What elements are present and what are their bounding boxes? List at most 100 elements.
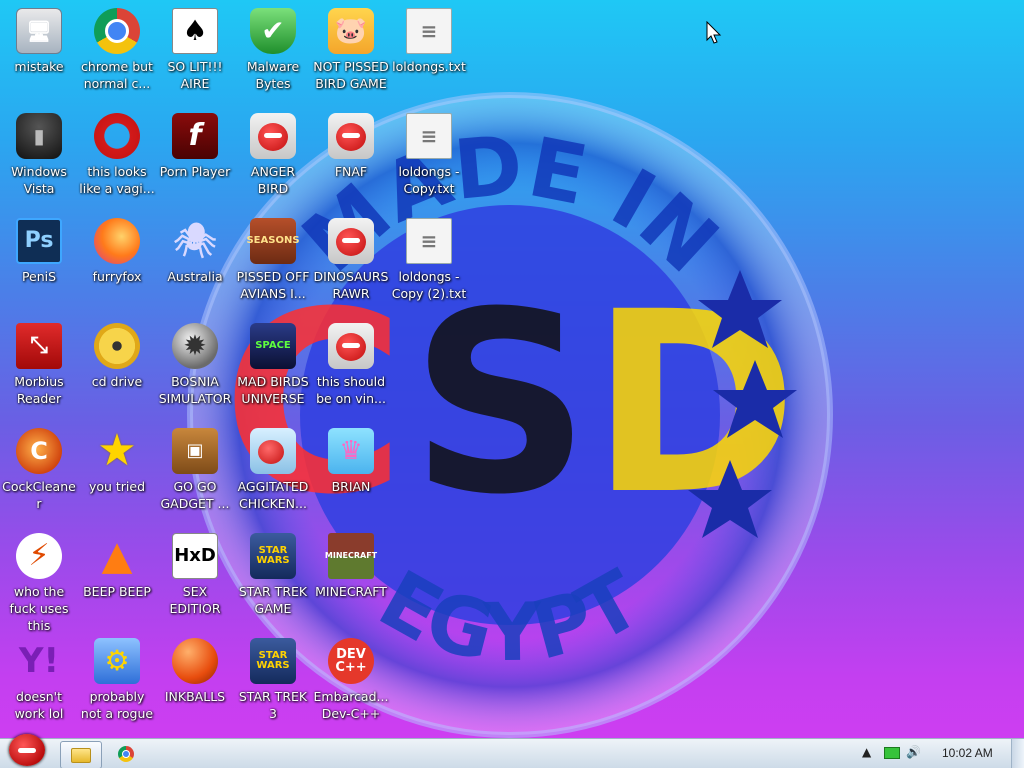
desktop-icon-label: MINECRAFT [315, 584, 387, 599]
desktop-icon[interactable]: 🐷 NOT PISSED BIRD GAME [312, 2, 390, 102]
desktop-icon-label: Porn Player [159, 164, 231, 179]
desktop-icon[interactable]: Ps PeniS [0, 212, 78, 312]
angry-bird-icon [328, 218, 374, 264]
desktop-icon-label: STAR TREK 3 [238, 689, 308, 721]
desktop-icon[interactable]: f Porn Player [156, 107, 234, 207]
desktop-icon-label: NOT PISSED BIRD GAME [313, 59, 389, 91]
desktop-icon[interactable]: DEV C++ Embarcad... Dev-C++ [312, 632, 390, 732]
taskbar-chrome-button[interactable] [106, 741, 146, 767]
desktop-icon-label: Windows Vista [11, 164, 67, 196]
angry-bird-chicken-icon [250, 428, 296, 474]
desktop-icon[interactable]: ≡ loldongs - Copy.txt [390, 107, 468, 207]
taskbar-clock[interactable]: 10:02 AM [942, 746, 993, 760]
desktop-icon[interactable]: MINECRAFT MINECRAFT [312, 527, 390, 627]
desktop-icon[interactable]: ANGER BIRD [234, 107, 312, 207]
show-hidden-icons-button[interactable]: ▲ [862, 745, 871, 759]
desktop-icon-label: chrome but normal c... [81, 59, 153, 91]
desktop-icon[interactable]: DINOSAURS RAWR [312, 212, 390, 312]
desktop-icon[interactable]: ⚙ probably not a rogue [78, 632, 156, 732]
desktop-icon[interactable]: this should be on vin... [312, 317, 390, 417]
desktop-icon[interactable]: STAR WARS STAR TREK GAME [234, 527, 312, 627]
desktop-icon[interactable]: ♛ BRIAN [312, 422, 390, 522]
star-wars-icon: STAR WARS [250, 533, 296, 579]
minesweeper-icon: ✹ [172, 323, 218, 369]
desktop-icon-label: loldongs.txt [392, 59, 466, 74]
desktop-icon[interactable]: chrome but normal c... [78, 2, 156, 102]
desktop-icon[interactable]: ▲ BEEP BEEP [78, 527, 156, 627]
desktop-icon[interactable]: cd drive [78, 317, 156, 417]
desktop-icon-label: this should be on vin... [316, 374, 386, 406]
desktop-icon-label: SEX EDITIOR [169, 584, 221, 616]
desktop-icon-label: BOSNIA SIMULATOR [158, 374, 232, 406]
volume-icon[interactable]: 🔊 [906, 745, 921, 759]
desktop-icon-label: PISSED OFF AVIANS I... [236, 269, 310, 301]
firefox-icon [94, 218, 140, 264]
cd-drive-icon [94, 323, 140, 369]
desktop[interactable]: MADE IN EGYPT CSD 🖥mistakechrome but nor… [0, 0, 1024, 768]
desktop-icon[interactable]: ▮ Windows Vista [0, 107, 78, 207]
desktop-icon[interactable]: ≡ loldongs.txt [390, 2, 468, 102]
dev-cpp-icon: DEV C++ [328, 638, 374, 684]
vlc-cone-icon: ▲ [101, 533, 133, 579]
desktop-icon-label: doesn't work lol [14, 689, 64, 721]
angry-bird-icon [328, 113, 374, 159]
taskbar-explorer-button[interactable] [60, 741, 102, 768]
desktop-icon[interactable]: ⚡ who the fuck uses this [0, 527, 78, 633]
desktop-icon[interactable]: HxD SEX EDITIOR [156, 527, 234, 627]
desktop-icon-label: who the fuck uses this [9, 584, 69, 633]
desktop-icon[interactable]: SPACE MAD BIRDS UNIVERSE [234, 317, 312, 417]
hxd-icon: HxD [172, 533, 218, 579]
flash-icon: f [172, 113, 218, 159]
star-wars-icon: STAR WARS [250, 638, 296, 684]
recycle-bin-icon: ▮ [16, 113, 62, 159]
desktop-icon-label: Malware Bytes [246, 59, 300, 91]
angry-birds-seasons-icon: SEASONS [246, 218, 300, 264]
desktop-icon[interactable]: STAR WARS STAR TREK 3 [234, 632, 312, 732]
desktop-icon[interactable]: 🖥 mistake [0, 2, 78, 102]
desktop-icon-label: SO LIT!!! AIRE [167, 59, 223, 91]
desktop-icon[interactable]: ≡ loldongs - Copy (2).txt [390, 212, 468, 312]
desktop-icon[interactable]: ✹ BOSNIA SIMULATOR [156, 317, 234, 417]
desktop-icon[interactable]: Y! doesn't work lol [0, 632, 78, 732]
star-icon: ★ [97, 425, 137, 476]
desktop-icon-label: cd drive [91, 374, 143, 389]
desktop-icon[interactable]: FNAF [312, 107, 390, 207]
desktop-icon-label: loldongs - Copy (2).txt [391, 269, 467, 301]
desktop-icon-label: probably not a rogue [80, 689, 154, 721]
desktop-icon[interactable]: ♠ SO LIT!!! AIRE [156, 2, 234, 102]
bird-slingshot-icon: ♛ [328, 428, 374, 474]
desktop-icon[interactable]: furryfox [78, 212, 156, 312]
desktop-icon-label: loldongs - Copy.txt [398, 164, 460, 196]
desktop-icon[interactable]: AGGITATED CHICKEN... [234, 422, 312, 522]
desktop-icon-label: this looks like a vagi... [79, 164, 155, 196]
text-file-icon: ≡ [406, 8, 452, 54]
desktop-icon-label: AGGITATED CHICKEN... [237, 479, 309, 511]
desktop-icon[interactable]: C CockCleaner [0, 422, 78, 522]
start-button[interactable] [4, 731, 50, 768]
inkball-icon [172, 638, 218, 684]
desktop-icon-label: DINOSAURS RAWR [313, 269, 389, 301]
desktop-icon[interactable]: ▣ GO GO GADGET ... [156, 422, 234, 522]
desktop-icon[interactable]: SEASONS PISSED OFF AVIANS I... [234, 212, 312, 312]
shield-icon: ✔ [250, 8, 296, 54]
network-icon[interactable] [884, 747, 900, 759]
photoshop-icon: Ps [16, 218, 62, 264]
angry-bird-start-icon [9, 734, 45, 766]
show-desktop-button[interactable] [1011, 739, 1024, 768]
desktop-icon-label: PeniS [21, 269, 57, 284]
angry-birds-space-icon: SPACE [250, 323, 296, 369]
desktop-icon[interactable]: ⤡ Morbius Reader [0, 317, 78, 417]
lightning-icon: ⚡ [16, 533, 62, 579]
pdf-reader-icon: ⤡ [16, 323, 62, 369]
spider-solitaire-icon: 🕷 [173, 221, 217, 261]
desktop-icon[interactable]: ✔ Malware Bytes [234, 2, 312, 102]
desktop-icon[interactable]: this looks like a vagi... [78, 107, 156, 207]
solitaire-cards-icon: ♠ [172, 8, 218, 54]
desktop-icon[interactable]: INKBALLS [156, 632, 234, 732]
desktop-icon-label: ANGER BIRD [250, 164, 296, 196]
desktop-icon[interactable]: 🕷 Australia [156, 212, 234, 312]
desktop-icon-label: GO GO GADGET ... [160, 479, 230, 511]
pig-icon: 🐷 [328, 8, 374, 54]
desktop-icon-label: Australia [167, 269, 223, 284]
desktop-icon[interactable]: ★ you tried [78, 422, 156, 522]
